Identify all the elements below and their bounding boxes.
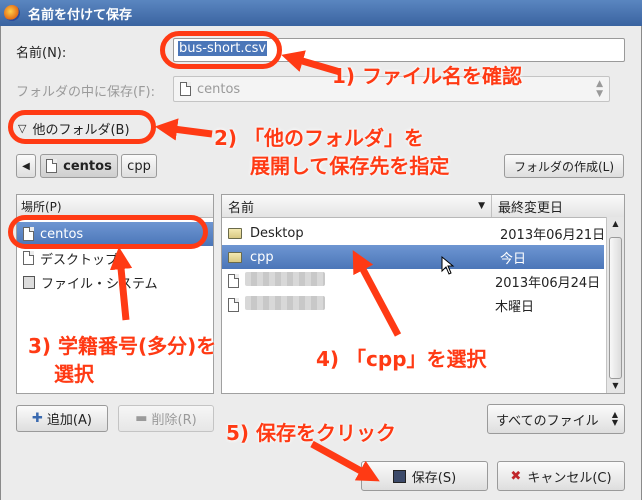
arrow-2 [154, 118, 213, 141]
arrow-4 [352, 250, 402, 337]
arrow-3 [109, 246, 133, 321]
arrow-1 [281, 50, 341, 76]
arrow-5 [310, 440, 380, 482]
annotation-arrows [109, 50, 402, 482]
